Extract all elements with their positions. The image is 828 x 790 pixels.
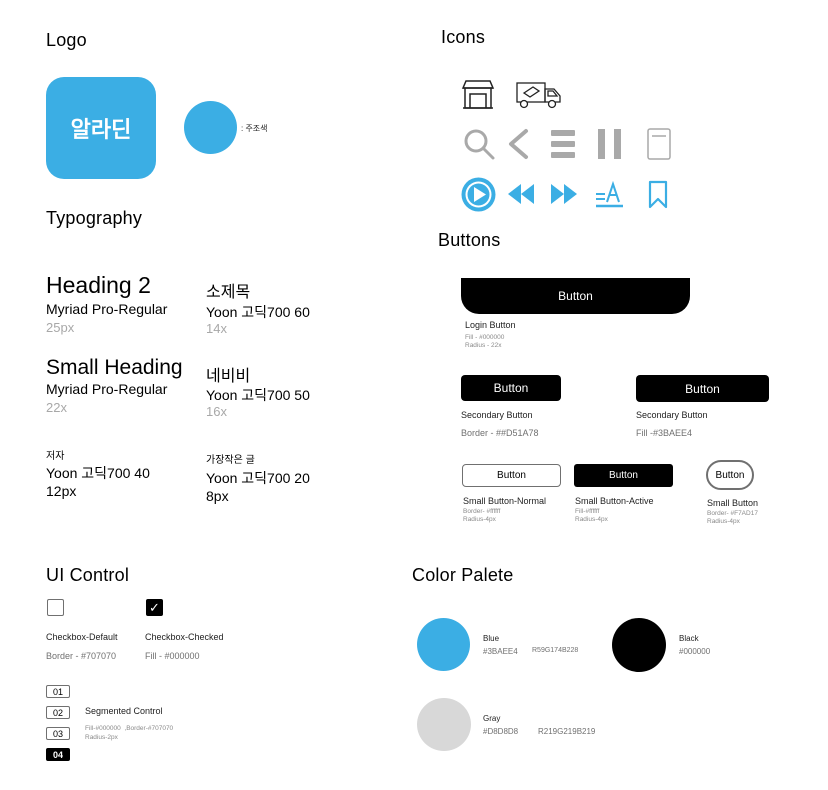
checkbox-default[interactable]: [47, 599, 64, 616]
segmented-control-caption: Segmented Control: [85, 706, 163, 716]
secondary-button-wide-spec: Fill -#3BAEE4: [636, 428, 693, 438]
small-button-active-fill-spec: Fill-#ffffff: [575, 508, 600, 515]
document-icon[interactable]: [646, 127, 672, 161]
secondary-button-caption: Secondary Button: [461, 410, 533, 420]
login-button-caption: Login Button: [465, 320, 516, 330]
small-button-round-border-spec: Border- #F7AD17: [707, 510, 758, 517]
bookmark-icon[interactable]: [647, 180, 669, 210]
login-button[interactable]: Button: [461, 278, 690, 314]
rewind-icon[interactable]: [506, 182, 536, 206]
store-icon[interactable]: [460, 78, 496, 110]
secondary-button[interactable]: Button: [461, 375, 561, 401]
checkbox-default-caption: Checkbox-Default: [46, 632, 118, 642]
type-style-font: Yoon 고딕700 60: [206, 304, 310, 320]
type-style-title: 소제목: [206, 284, 251, 301]
type-style-size: 16x: [206, 404, 227, 419]
color-rgb: R219G219B219: [538, 727, 596, 736]
type-style-title: Heading 2: [46, 272, 151, 298]
checkbox-default-spec: Border - #707070: [46, 651, 117, 661]
typography-section-title: Typography: [46, 208, 143, 228]
segment-option-active[interactable]: 04: [46, 748, 70, 761]
type-style-title: 네비비: [206, 368, 251, 385]
ui-control-section-title: UI Control: [46, 565, 130, 585]
brand-color-label: : 주조색: [241, 124, 268, 133]
segment-option[interactable]: 01: [46, 685, 70, 698]
checkbox-checked-caption: Checkbox-Checked: [145, 632, 224, 642]
small-button-round-radius-spec: Radius-4px: [707, 518, 740, 525]
play-icon[interactable]: [461, 177, 496, 212]
secondary-button-spec: Border - ##D51A78: [461, 428, 539, 438]
login-button-radius-spec: Radius - 22x: [465, 342, 502, 349]
color-rgb: R59G174B228: [532, 647, 579, 654]
type-style-size: 8px: [206, 488, 229, 504]
type-style-title: Small Heading: [46, 356, 183, 379]
brand-logo: 알라딘: [46, 77, 156, 179]
type-style-size: 25px: [46, 320, 75, 335]
color-palette-section-title: Color Palete: [412, 565, 514, 585]
type-style-title: 저자: [46, 451, 65, 462]
segmented-control-spec: Fill-#000000 ,Border-#707070: [85, 725, 174, 732]
secondary-button-wide-caption: Secondary Button: [636, 410, 708, 420]
small-button-active-radius-spec: Radius-4px: [575, 516, 608, 523]
color-swatch-blue: [417, 618, 470, 671]
color-name: Blue: [483, 634, 500, 643]
type-style-font: Yoon 고딕700 50: [206, 387, 310, 403]
fast-forward-icon[interactable]: [549, 182, 579, 206]
type-style-font: Myriad Pro-Regular: [46, 301, 168, 317]
text-size-icon[interactable]: [595, 181, 625, 209]
color-hex: #3BAEE4: [483, 647, 518, 656]
color-hex: #D8D8D8: [483, 727, 519, 736]
color-swatch-black: [612, 618, 666, 672]
type-style-size: 22x: [46, 400, 67, 415]
segmented-control-radius: Radius-2px: [85, 734, 118, 741]
small-button-normal-border-spec: Border- #ffffff: [463, 508, 501, 515]
checkbox-checked-spec: Fill - #000000: [145, 651, 200, 661]
type-style-font: Myriad Pro-Regular: [46, 381, 168, 397]
logo-section-title: Logo: [46, 30, 87, 50]
pause-icon[interactable]: [597, 129, 623, 159]
back-chevron-icon[interactable]: [505, 127, 531, 161]
small-button-normal[interactable]: Button: [462, 464, 561, 487]
segment-option[interactable]: 03: [46, 727, 70, 740]
checkbox-checked[interactable]: ✓: [146, 599, 163, 616]
buttons-section-title: Buttons: [438, 230, 501, 250]
delivery-truck-icon[interactable]: [515, 80, 563, 110]
type-style-size: 14x: [206, 321, 227, 336]
small-button-active[interactable]: Button: [574, 464, 673, 487]
type-style-font: Yoon 고딕700 20: [206, 470, 310, 486]
type-style-font: Yoon 고딕700 40: [46, 465, 150, 481]
search-icon[interactable]: [462, 127, 496, 161]
brand-color-swatch: [184, 101, 237, 154]
small-button-active-caption: Small Button-Active: [575, 496, 654, 506]
type-style-title: 가장작은 글: [206, 455, 255, 466]
small-button-normal-radius-spec: Radius-4px: [463, 516, 496, 523]
color-name: Gray: [483, 714, 501, 723]
small-button-round-caption: Small Button: [707, 498, 759, 508]
color-hex: #000000: [679, 647, 711, 656]
color-swatch-gray: [417, 698, 471, 751]
icons-section-title: Icons: [441, 27, 486, 47]
type-style-size: 12px: [46, 483, 77, 499]
menu-icon[interactable]: [550, 129, 576, 159]
login-button-fill-spec: Fill - #000000: [465, 334, 505, 341]
small-button-normal-caption: Small Button-Normal: [463, 496, 547, 506]
secondary-button-wide[interactable]: Button: [636, 375, 769, 402]
segment-option[interactable]: 02: [46, 706, 70, 719]
small-button-round[interactable]: Button: [706, 460, 754, 490]
color-name: Black: [679, 634, 699, 643]
